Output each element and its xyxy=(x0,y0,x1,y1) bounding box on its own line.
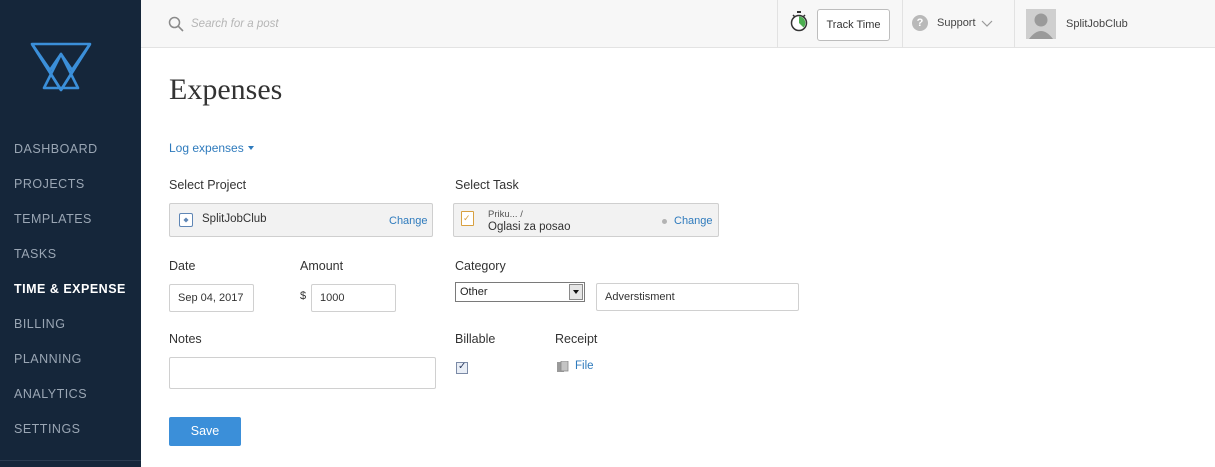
file-icon[interactable] xyxy=(557,361,569,373)
search-icon xyxy=(168,16,184,32)
notes-label: Notes xyxy=(169,332,202,346)
username[interactable]: SplitJobClub xyxy=(1066,18,1128,30)
task-change-link[interactable]: Change xyxy=(674,215,713,227)
divider xyxy=(902,0,903,48)
sidebar-item-billing[interactable]: BILLING xyxy=(0,307,141,342)
caret-down-icon xyxy=(247,146,254,150)
sidebar-divider xyxy=(0,460,141,461)
project-change-link[interactable]: Change xyxy=(389,215,428,227)
save-button[interactable]: Save xyxy=(169,417,241,446)
chevron-down-icon[interactable] xyxy=(981,18,993,28)
sidebar-item-analytics[interactable]: ANALYTICS xyxy=(0,377,141,412)
log-expenses-dropdown[interactable]: Log expenses xyxy=(169,141,254,155)
task-parent: Priku... / xyxy=(488,209,523,220)
notes-field[interactable] xyxy=(169,357,436,389)
page-title: Expenses xyxy=(169,73,283,106)
task-icon xyxy=(461,211,474,226)
task-name: Oglasi za posao xyxy=(488,221,571,233)
sidebar-item-time-expense[interactable]: TIME & EXPENSE xyxy=(0,272,141,307)
logo-icon[interactable] xyxy=(30,40,92,92)
divider xyxy=(1014,0,1015,48)
task-picker[interactable]: Priku... / Oglasi za posao Change xyxy=(453,203,719,237)
divider xyxy=(777,0,778,48)
select-project-label: Select Project xyxy=(169,178,247,192)
sidebar-item-dashboard[interactable]: DASHBOARD xyxy=(0,132,141,167)
support-menu[interactable]: Support xyxy=(937,17,976,29)
receipt-label: Receipt xyxy=(555,332,598,346)
category-label: Category xyxy=(455,259,506,273)
billable-checkbox[interactable] xyxy=(456,361,468,374)
file-upload-link[interactable]: File xyxy=(575,360,594,372)
billable-label: Billable xyxy=(455,332,496,346)
date-label: Date xyxy=(169,259,196,273)
select-task-label: Select Task xyxy=(455,178,519,192)
category-select[interactable]: Other xyxy=(455,282,585,302)
currency-symbol: $ xyxy=(300,290,307,302)
amount-label: Amount xyxy=(300,259,344,273)
sidebar-item-settings[interactable]: SETTINGS xyxy=(0,412,141,447)
project-name: SplitJobClub xyxy=(202,213,267,225)
search-input[interactable] xyxy=(191,13,491,35)
status-dot xyxy=(662,219,667,224)
user-silhouette-icon xyxy=(1026,9,1056,39)
sidebar-item-projects[interactable]: PROJECTS xyxy=(0,167,141,202)
category-detail-field[interactable] xyxy=(596,283,799,311)
top-bar: Track Time ? Support SplitJobClub xyxy=(141,0,1215,48)
avatar[interactable] xyxy=(1026,9,1056,39)
project-icon xyxy=(179,213,193,227)
log-expenses-label: Log expenses xyxy=(169,141,244,155)
amount-field[interactable] xyxy=(311,284,396,312)
date-field[interactable] xyxy=(169,284,254,312)
dropdown-arrow-icon[interactable] xyxy=(569,284,583,300)
category-selected-value: Other xyxy=(460,286,488,298)
track-time-button[interactable]: Track Time xyxy=(817,9,890,41)
sidebar-item-templates[interactable]: TEMPLATES xyxy=(0,202,141,237)
help-icon[interactable]: ? xyxy=(912,15,928,31)
project-picker[interactable]: SplitJobClub Change xyxy=(169,203,433,237)
sidebar-item-tasks[interactable]: TASKS xyxy=(0,237,141,272)
timer-icon[interactable] xyxy=(790,10,808,32)
sidebar-nav: DASHBOARD PROJECTS TEMPLATES TASKS TIME … xyxy=(0,132,141,447)
sidebar-item-planning[interactable]: PLANNING xyxy=(0,342,141,377)
sidebar: DASHBOARD PROJECTS TEMPLATES TASKS TIME … xyxy=(0,0,141,467)
